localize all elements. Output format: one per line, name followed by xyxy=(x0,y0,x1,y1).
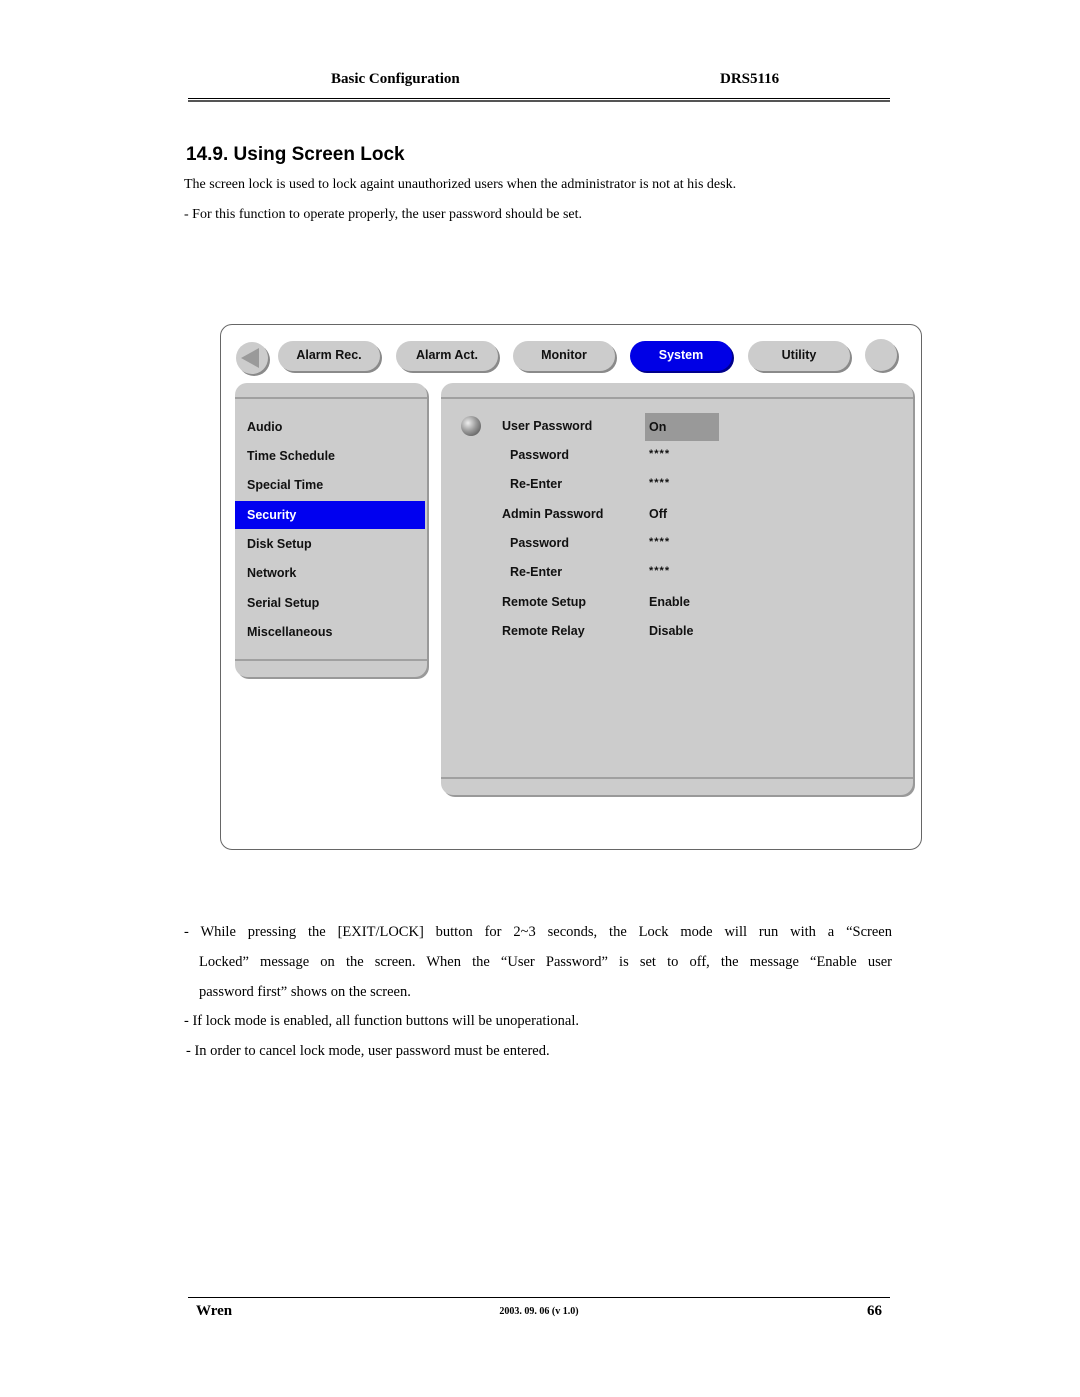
system-menu-panel: Audio Time Schedule Special Time Securit… xyxy=(235,383,427,677)
note-function-buttons: - If lock mode is enabled, all function … xyxy=(184,1013,580,1029)
menu-item-special-time[interactable]: Special Time xyxy=(235,471,425,499)
setting-admin-reenter-label: Re-Enter xyxy=(510,565,563,579)
panel-divider xyxy=(235,659,427,661)
page-number: 66 xyxy=(867,1303,882,1319)
panel-divider xyxy=(441,777,913,779)
setting-remote-relay-value[interactable]: Disable xyxy=(649,624,693,638)
footer-date-version: 2003. 09. 06 (v 1.0) xyxy=(499,1306,579,1317)
setting-user-reenter-field[interactable]: **** xyxy=(649,477,670,489)
panel-divider xyxy=(441,397,913,399)
panel-divider xyxy=(235,397,427,399)
header-model: DRS5116 xyxy=(720,71,780,87)
setting-user-reenter-label: Re-Enter xyxy=(510,477,563,491)
tab-alarm-rec[interactable]: Alarm Rec. xyxy=(278,341,380,371)
setting-user-password-field-label: Password xyxy=(510,448,570,462)
menu-item-network[interactable]: Network xyxy=(235,559,425,587)
left-triangle-icon xyxy=(241,348,259,368)
setting-user-password-label[interactable]: User Password xyxy=(502,419,592,433)
setting-remote-setup-label[interactable]: Remote Setup xyxy=(502,595,586,609)
setting-admin-password-field[interactable]: **** xyxy=(649,536,670,548)
setting-user-password-field[interactable]: **** xyxy=(649,448,670,460)
setting-user-password-value[interactable]: On xyxy=(645,413,719,441)
page-header: Basic Configuration DRS5116 xyxy=(188,66,890,102)
tab-utility[interactable]: Utility xyxy=(748,341,850,371)
menu-item-serial-setup[interactable]: Serial Setup xyxy=(235,589,425,617)
tab-monitor[interactable]: Monitor xyxy=(513,341,615,371)
menu-item-miscellaneous[interactable]: Miscellaneous xyxy=(235,618,425,646)
setting-admin-password-field-label: Password xyxy=(510,536,570,550)
menu-item-disk-setup[interactable]: Disk Setup xyxy=(235,530,425,558)
footer-rule xyxy=(188,1297,890,1298)
menu-item-time-schedule[interactable]: Time Schedule xyxy=(235,442,425,470)
setting-remote-setup-value[interactable]: Enable xyxy=(649,595,690,609)
setting-remote-relay-label[interactable]: Remote Relay xyxy=(502,624,585,638)
menu-item-security[interactable]: Security xyxy=(235,501,425,529)
setting-admin-reenter-field[interactable]: **** xyxy=(649,565,670,577)
back-button[interactable] xyxy=(236,342,268,374)
security-settings-panel: User Password On Password **** Re-Enter … xyxy=(441,383,913,795)
setting-admin-password-value[interactable]: Off xyxy=(649,507,667,521)
section-title: 14.9. Using Screen Lock xyxy=(186,144,405,165)
menu-item-audio[interactable]: Audio xyxy=(235,413,425,441)
tab-system[interactable]: System xyxy=(630,341,732,371)
intro-paragraph: The screen lock is used to lock againt u… xyxy=(184,177,737,192)
header-rule xyxy=(188,98,890,102)
note-line: password first” shows on the screen. xyxy=(199,984,411,1000)
intro-note: - For this function to operate properly,… xyxy=(184,207,583,222)
tab-alarm-act[interactable]: Alarm Act. xyxy=(396,341,498,371)
note-exit-lock: - While pressing the [EXIT/LOCK] button … xyxy=(184,917,892,1007)
header-section: Basic Configuration xyxy=(331,71,460,87)
dvr-setup-screen: Alarm Rec. Alarm Act. Monitor System Uti… xyxy=(220,324,922,850)
note-line: - While pressing the [EXIT/LOCK] button … xyxy=(184,924,892,940)
note-cancel-lock: - In order to cancel lock mode, user pas… xyxy=(186,1043,550,1059)
extra-round-button[interactable] xyxy=(865,339,897,371)
setting-admin-password-label[interactable]: Admin Password xyxy=(502,507,603,521)
note-line: Locked” message on the screen. When the … xyxy=(199,954,892,970)
focus-indicator-icon xyxy=(461,416,481,436)
